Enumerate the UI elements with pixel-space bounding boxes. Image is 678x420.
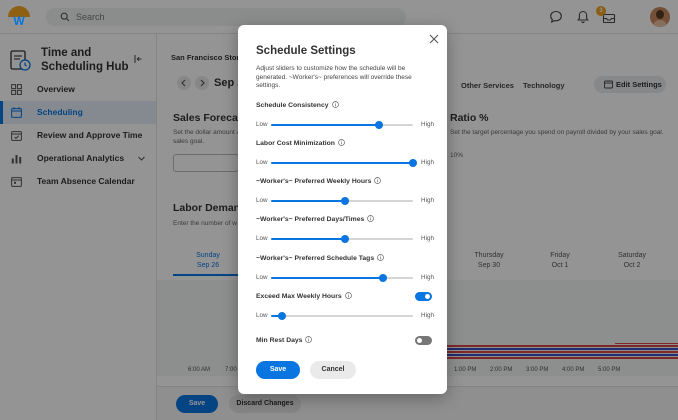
setting-label-worker-s-preferred-days-times: ~Worker's~ Preferred Days/Times — [256, 215, 375, 224]
setting-label-text: Exceed Max Weekly Hours — [256, 293, 342, 300]
setting-label-text: Min Rest Days — [256, 337, 303, 344]
setting-label-min-rest-days: Min Rest Days — [256, 336, 313, 345]
info-icon[interactable] — [374, 177, 382, 184]
slider-track[interactable] — [271, 235, 413, 243]
setting-label-text: ~Worker's~ Preferred Days/Times — [256, 216, 365, 223]
setting-label-text: ~Worker's~ Preferred Schedule Tags — [256, 255, 375, 262]
setting-label-worker-s-preferred-schedule-tags: ~Worker's~ Preferred Schedule Tags — [256, 254, 384, 263]
dialog-save-button[interactable]: Save — [256, 361, 300, 379]
slider-thumb[interactable] — [374, 121, 383, 129]
slider-low-label: Low — [256, 274, 268, 281]
setting-label-text: Schedule Consistency — [256, 102, 329, 109]
toggle-min-rest-days[interactable] — [415, 336, 432, 345]
slider-worker-s-preferred-schedule-tags: Low High — [256, 273, 434, 283]
slider-worker-s-preferred-days-times: Low High — [256, 234, 434, 244]
setting-label-labor-cost-minimization: Labor Cost Minimization — [256, 139, 345, 148]
slider-low-label: Low — [256, 159, 268, 166]
slider-high-label: High — [421, 159, 434, 166]
setting-label-text: Labor Cost Minimization — [256, 140, 335, 147]
slider-high-label: High — [421, 235, 434, 242]
slider-thumb[interactable] — [340, 197, 349, 205]
slider-low-label: Low — [256, 235, 268, 242]
info-icon[interactable] — [367, 215, 375, 222]
slider-fill — [271, 124, 379, 126]
dialog-title: Schedule Settings — [256, 45, 356, 57]
slider-thumb[interactable] — [278, 312, 287, 320]
slider-labor-cost-minimization: Low High — [256, 158, 434, 168]
close-icon[interactable] — [429, 34, 439, 44]
slider-low-label: Low — [256, 312, 268, 319]
logo-letter: W — [13, 14, 25, 28]
setting-label-text: ~Worker's~ Preferred Weekly Hours — [256, 178, 372, 185]
setting-label-exceed-max-weekly-hours: Exceed Max Weekly Hours — [256, 292, 352, 301]
info-icon[interactable] — [377, 254, 384, 261]
slider-thumb[interactable] — [379, 274, 388, 282]
slider-fill — [271, 277, 384, 279]
slider-track[interactable] — [271, 274, 413, 282]
slider-high-label: High — [421, 197, 434, 204]
info-icon[interactable] — [338, 139, 345, 146]
toggle-exceed-max-weekly-hours[interactable] — [415, 292, 432, 301]
slider-exceed-max-weekly-hours: Low High — [256, 311, 434, 321]
setting-label-schedule-consistency: Schedule Consistency — [256, 101, 339, 110]
slider-thumb[interactable] — [340, 235, 349, 243]
slider-track[interactable] — [271, 312, 413, 320]
schedule-settings-dialog: Schedule Settings Adjust sliders to cust… — [238, 25, 447, 394]
slider-thumb[interactable] — [409, 159, 417, 167]
slider-worker-s-preferred-weekly-hours: Low High — [256, 196, 434, 206]
slider-fill — [271, 200, 345, 202]
info-icon[interactable] — [305, 336, 313, 343]
slider-track[interactable] — [271, 121, 413, 129]
dialog-description: Adjust sliders to customize how the sche… — [256, 65, 412, 89]
slider-low-label: Low — [256, 121, 268, 128]
slider-high-label: High — [421, 312, 434, 319]
toggle-knob — [417, 338, 422, 343]
slider-schedule-consistency: Low High — [256, 120, 434, 130]
dialog-cancel-button[interactable]: Cancel — [310, 361, 356, 379]
slider-fill — [271, 238, 345, 240]
slider-track[interactable] — [271, 159, 417, 167]
setting-label-worker-s-preferred-weekly-hours: ~Worker's~ Preferred Weekly Hours — [256, 177, 382, 186]
info-icon[interactable] — [344, 292, 352, 299]
slider-fill — [271, 162, 413, 164]
info-icon[interactable] — [331, 101, 339, 108]
slider-low-label: Low — [256, 197, 268, 204]
slider-track[interactable] — [271, 197, 413, 205]
slider-high-label: High — [421, 274, 434, 281]
toggle-knob — [425, 294, 430, 299]
slider-high-label: High — [421, 121, 434, 128]
